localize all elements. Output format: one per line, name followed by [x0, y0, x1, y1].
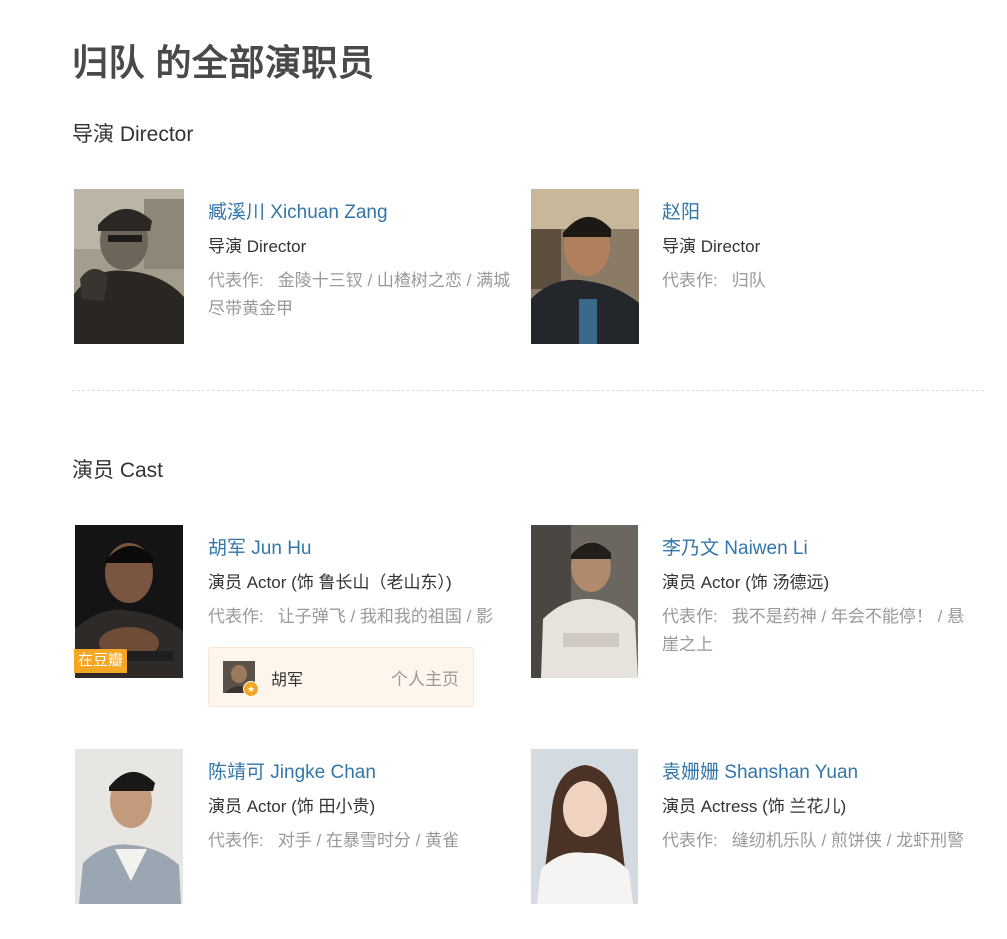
work-link[interactable]: 金陵十三钗 [278, 271, 363, 290]
director-photo[interactable] [531, 189, 639, 344]
director-card: 臧溪川 Xichuan Zang 导演 Director 代表作: 金陵十三钗 /… [74, 189, 524, 379]
director-info: 赵阳 导演 Director 代表作: 归队 [662, 199, 980, 295]
work-link[interactable]: 我不是药神 [732, 607, 817, 626]
cast-works: 代表作: 我不是药神 / 年会不能停！ / 悬崖之上 [662, 603, 980, 659]
cast-info: 袁姗姗 Shanshan Yuan 演员 Actress (饰 兰花儿) 代表作… [662, 759, 980, 855]
separator: / [881, 831, 897, 850]
work-link[interactable]: 黄雀 [425, 831, 459, 850]
cast-card: 袁姗姗 Shanshan Yuan 演员 Actress (饰 兰花儿) 代表作… [531, 749, 981, 939]
work-link[interactable]: 让子弹飞 [278, 607, 346, 626]
director-card: 赵阳 导演 Director 代表作: 归队 [531, 189, 981, 379]
cast-role: 演员 Actress (饰 兰花儿) [662, 797, 847, 816]
cast-works: 代表作: 缝纫机乐队 / 煎饼侠 / 龙虾刑警 [662, 827, 980, 855]
cast-name-link[interactable]: 李乃文 Naiwen Li [662, 535, 980, 563]
personal-homepage-card[interactable]: ★ 胡军 个人主页 [208, 647, 474, 707]
director-role: 导演 Director [208, 237, 307, 256]
separator: / [932, 607, 948, 626]
works-prefix: 代表作: [662, 607, 718, 626]
cast-info: 李乃文 Naiwen Li 演员 Actor (饰 汤德远) 代表作: 我不是药神… [662, 535, 980, 659]
cast-info: 胡军 Jun Hu 演员 Actor (饰 鲁长山（老山东）) 代表作: 让子弹飞… [208, 535, 526, 631]
cast-role: 演员 Actor (饰 汤德远) [662, 573, 830, 592]
director-name-link[interactable]: 臧溪川 Xichuan Zang [208, 199, 526, 227]
separator: / [311, 831, 326, 850]
work-link[interactable]: 我和我的祖国 [360, 607, 462, 626]
director-role: 导演 Director [662, 237, 761, 256]
works-prefix: 代表作: [208, 607, 264, 626]
cast-role: 演员 Actor (饰 鲁长山（老山东）) [208, 573, 452, 592]
cast-name-link[interactable]: 陈靖可 Jingke Chan [208, 759, 526, 787]
work-link[interactable]: 影 [476, 607, 493, 626]
work-link[interactable]: 缝纫机乐队 [732, 831, 817, 850]
work-link[interactable]: 对手 [278, 831, 312, 850]
cast-photo[interactable] [531, 749, 638, 904]
cast-card: 陈靖可 Jingke Chan 演员 Actor (饰 田小贵) 代表作: 对手 … [74, 749, 524, 939]
cast-photo-image [531, 525, 638, 678]
page-title: 归队 的全部演职员 [72, 42, 375, 83]
separator: / [461, 271, 477, 290]
section-divider [72, 390, 984, 391]
director-section-title: 导演 Director [72, 123, 194, 146]
star-icon: ★ [243, 681, 259, 697]
works-prefix: 代表作: [208, 831, 264, 850]
cast-works: 代表作: 让子弹飞 / 我和我的祖国 / 影 [208, 603, 526, 631]
separator: / [461, 607, 477, 626]
director-photo-image [531, 189, 639, 344]
work-link[interactable]: 龙虾刑警 [896, 831, 964, 850]
director-name-link[interactable]: 赵阳 [662, 199, 980, 227]
cast-card: 李乃文 Naiwen Li 演员 Actor (饰 汤德远) 代表作: 我不是药神… [531, 525, 981, 715]
work-link[interactable]: 煎饼侠 [831, 831, 882, 850]
director-works: 代表作: 金陵十三钗 / 山楂树之恋 / 满城尽带黄金甲 [208, 267, 526, 323]
cast-section-title: 演员 Cast [72, 459, 164, 482]
cast-photo-image [75, 749, 183, 904]
homepage-user-name: 胡军 [271, 672, 304, 689]
cast-info: 陈靖可 Jingke Chan 演员 Actor (饰 田小贵) 代表作: 对手 … [208, 759, 526, 855]
work-link[interactable]: 归队 [732, 271, 766, 290]
work-link[interactable]: 山楂树之恋 [377, 271, 462, 290]
separator: / [410, 831, 426, 850]
separator: / [816, 831, 831, 850]
works-prefix: 代表作: [662, 271, 718, 290]
cast-role: 演员 Actor (饰 田小贵) [208, 797, 376, 816]
separator: / [362, 271, 377, 290]
cast-name-link[interactable]: 胡军 Jun Hu [208, 535, 526, 563]
avatar[interactable]: ★ [223, 661, 259, 697]
cast-photo[interactable] [531, 525, 638, 678]
separator: / [816, 607, 831, 626]
director-works: 代表作: 归队 [662, 267, 980, 295]
director-photo-image [74, 189, 184, 344]
cast-photo[interactable] [75, 749, 183, 904]
separator: / [345, 607, 360, 626]
personal-homepage-link[interactable]: 个人主页 [391, 665, 459, 690]
on-douban-badge: 在豆瓣 [74, 649, 128, 673]
work-link[interactable]: 年会不能停！ [831, 607, 933, 626]
cast-photo-image [531, 749, 638, 904]
works-prefix: 代表作: [208, 271, 264, 290]
work-link[interactable]: 在暴雪时分 [326, 831, 411, 850]
director-info: 臧溪川 Xichuan Zang 导演 Director 代表作: 金陵十三钗 /… [208, 199, 526, 323]
works-prefix: 代表作: [662, 831, 718, 850]
cast-name-link[interactable]: 袁姗姗 Shanshan Yuan [662, 759, 980, 787]
cast-works: 代表作: 对手 / 在暴雪时分 / 黄雀 [208, 827, 526, 855]
director-photo[interactable] [74, 189, 184, 344]
cast-card: 在豆瓣 胡军 Jun Hu 演员 Actor (饰 鲁长山（老山东）) 代表作:… [74, 525, 524, 715]
